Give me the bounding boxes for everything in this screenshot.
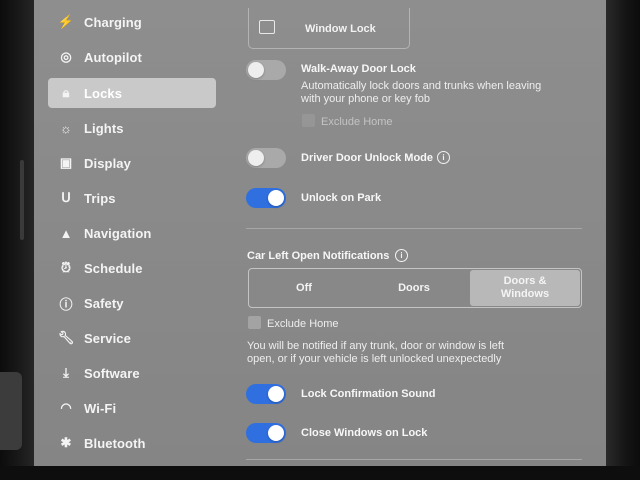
locks-settings-panel: Window Lock Walk-Away Door Lock Automati… xyxy=(246,0,582,466)
walk-away-exclude-home-checkbox[interactable] xyxy=(302,114,315,127)
bezel-side-panel xyxy=(0,372,22,450)
sidebar-item-label: Navigation xyxy=(84,225,152,241)
toggle-knob xyxy=(248,62,264,78)
sidebar-item-safety[interactable]: ⓘ Safety xyxy=(48,288,216,318)
sidebar-item-service[interactable]: 🔧︎ Service xyxy=(48,323,216,353)
bottom-divider xyxy=(246,459,582,460)
section-divider xyxy=(246,228,582,229)
close-windows-on-lock-toggle[interactable] xyxy=(246,423,286,443)
screen-bezel-right xyxy=(606,0,640,480)
sun-icon: ☼ xyxy=(60,120,72,136)
sidebar-item-trips[interactable]: ᑌ Trips xyxy=(48,183,216,213)
sidebar-item-label: Locks xyxy=(84,85,123,101)
notifications-exclude-home-label: Exclude Home xyxy=(267,318,339,330)
bluetooth-icon: ✱ xyxy=(60,435,72,450)
driver-door-unlock-mode-toggle[interactable] xyxy=(246,148,286,168)
settings-screen: ⚡ Charging ◎ Autopilot 🔒︎ Locks ☼ Lights… xyxy=(34,0,606,466)
safety-alert-icon: ⓘ xyxy=(59,296,73,312)
car-left-open-segmented-control: Off Doors Doors & Windows xyxy=(248,268,582,308)
sidebar-item-label: Wi-Fi xyxy=(84,400,117,416)
notifications-info-line2: open, or if your vehicle is left unlocke… xyxy=(247,353,502,365)
trips-icon: ᑌ xyxy=(61,190,71,205)
toggle-knob xyxy=(268,386,284,402)
sidebar-item-autopilot[interactable]: ◎ Autopilot xyxy=(48,42,216,72)
wrench-icon: 🔧︎ xyxy=(57,330,75,345)
sidebar-item-charging[interactable]: ⚡ Charging xyxy=(48,7,216,37)
car-left-open-info-icon[interactable]: i xyxy=(395,249,408,262)
option-off[interactable]: Off xyxy=(249,269,359,307)
driver-door-info-icon[interactable]: i xyxy=(437,151,450,164)
sidebar-item-bluetooth[interactable]: ✱ Bluetooth xyxy=(48,428,216,458)
navigation-arrow-icon: ▲ xyxy=(59,225,73,241)
lock-confirmation-sound-title: Lock Confirmation Sound xyxy=(301,388,436,400)
sidebar-item-label: Display xyxy=(84,155,131,171)
window-lock-label: Window Lock xyxy=(305,23,376,35)
sidebar-item-label: Software xyxy=(84,365,140,381)
settings-sidebar: ⚡ Charging ◎ Autopilot 🔒︎ Locks ☼ Lights… xyxy=(34,0,234,466)
unlock-on-park-toggle[interactable] xyxy=(246,188,286,208)
sidebar-item-navigation[interactable]: ▲ Navigation xyxy=(48,218,216,248)
alarm-clock-icon: ⏰︎ xyxy=(60,260,72,275)
download-icon: ⤓ xyxy=(63,365,69,380)
driver-door-unlock-mode-title: Driver Door Unlock Mode xyxy=(301,152,434,164)
screen-bezel-bottom xyxy=(0,466,640,480)
steering-wheel-icon: ◎ xyxy=(60,49,72,64)
option-label-line1: Doors & xyxy=(503,275,547,287)
walk-away-exclude-home-label: Exclude Home xyxy=(321,116,393,128)
walk-away-door-lock-toggle[interactable] xyxy=(246,60,286,80)
sidebar-item-wifi[interactable]: ◠ Wi-Fi xyxy=(48,393,216,423)
wifi-icon: ◠ xyxy=(60,400,72,415)
notifications-exclude-home-checkbox[interactable] xyxy=(248,316,261,329)
car-left-open-title: Car Left Open Notifications xyxy=(247,250,390,262)
option-label-line2: Windows xyxy=(500,288,550,300)
sidebar-item-label: Autopilot xyxy=(84,49,142,65)
sidebar-item-label: Schedule xyxy=(84,260,143,276)
option-doors-and-windows[interactable]: Doors & Windows xyxy=(470,270,580,306)
sidebar-item-label: Lights xyxy=(84,120,124,136)
notifications-info-line1: You will be notified if any trunk, door … xyxy=(247,340,505,352)
sidebar-item-display[interactable]: ▣ Display xyxy=(48,148,216,178)
option-doors[interactable]: Doors xyxy=(359,269,469,307)
sidebar-item-lights[interactable]: ☼ Lights xyxy=(48,113,216,143)
toggle-knob xyxy=(268,190,284,206)
sidebar-item-label: Trips xyxy=(84,190,116,206)
lock-confirmation-sound-toggle[interactable] xyxy=(246,384,286,404)
display-icon: ▣ xyxy=(59,155,73,170)
sidebar-item-label: Charging xyxy=(84,14,142,30)
walk-away-description-line2: with your phone or key fob xyxy=(301,93,431,105)
walk-away-description-line1: Automatically lock doors and trunks when… xyxy=(301,80,542,92)
sidebar-item-label: Bluetooth xyxy=(84,435,146,451)
toggle-knob xyxy=(248,150,264,166)
sidebar-item-software[interactable]: ⤓ Software xyxy=(48,358,216,388)
sidebar-item-schedule[interactable]: ⏰︎ Schedule xyxy=(48,253,216,283)
unlock-on-park-title: Unlock on Park xyxy=(301,192,382,204)
close-windows-on-lock-title: Close Windows on Lock xyxy=(301,427,428,439)
walk-away-door-lock-title: Walk-Away Door Lock xyxy=(301,63,416,75)
window-lock-button[interactable]: Window Lock xyxy=(248,8,410,49)
window-icon xyxy=(259,20,275,34)
lightning-icon: ⚡ xyxy=(57,14,75,29)
sidebar-item-label: Service xyxy=(84,330,131,346)
sidebar-item-locks[interactable]: 🔒︎ Locks xyxy=(48,78,216,108)
option-doors-and-windows-label: Doors & Windows xyxy=(501,275,549,301)
bezel-scroll-indicator xyxy=(20,160,24,240)
sidebar-item-label: Safety xyxy=(84,295,124,311)
toggle-knob xyxy=(268,425,284,441)
lock-icon: 🔒︎ xyxy=(62,85,70,100)
